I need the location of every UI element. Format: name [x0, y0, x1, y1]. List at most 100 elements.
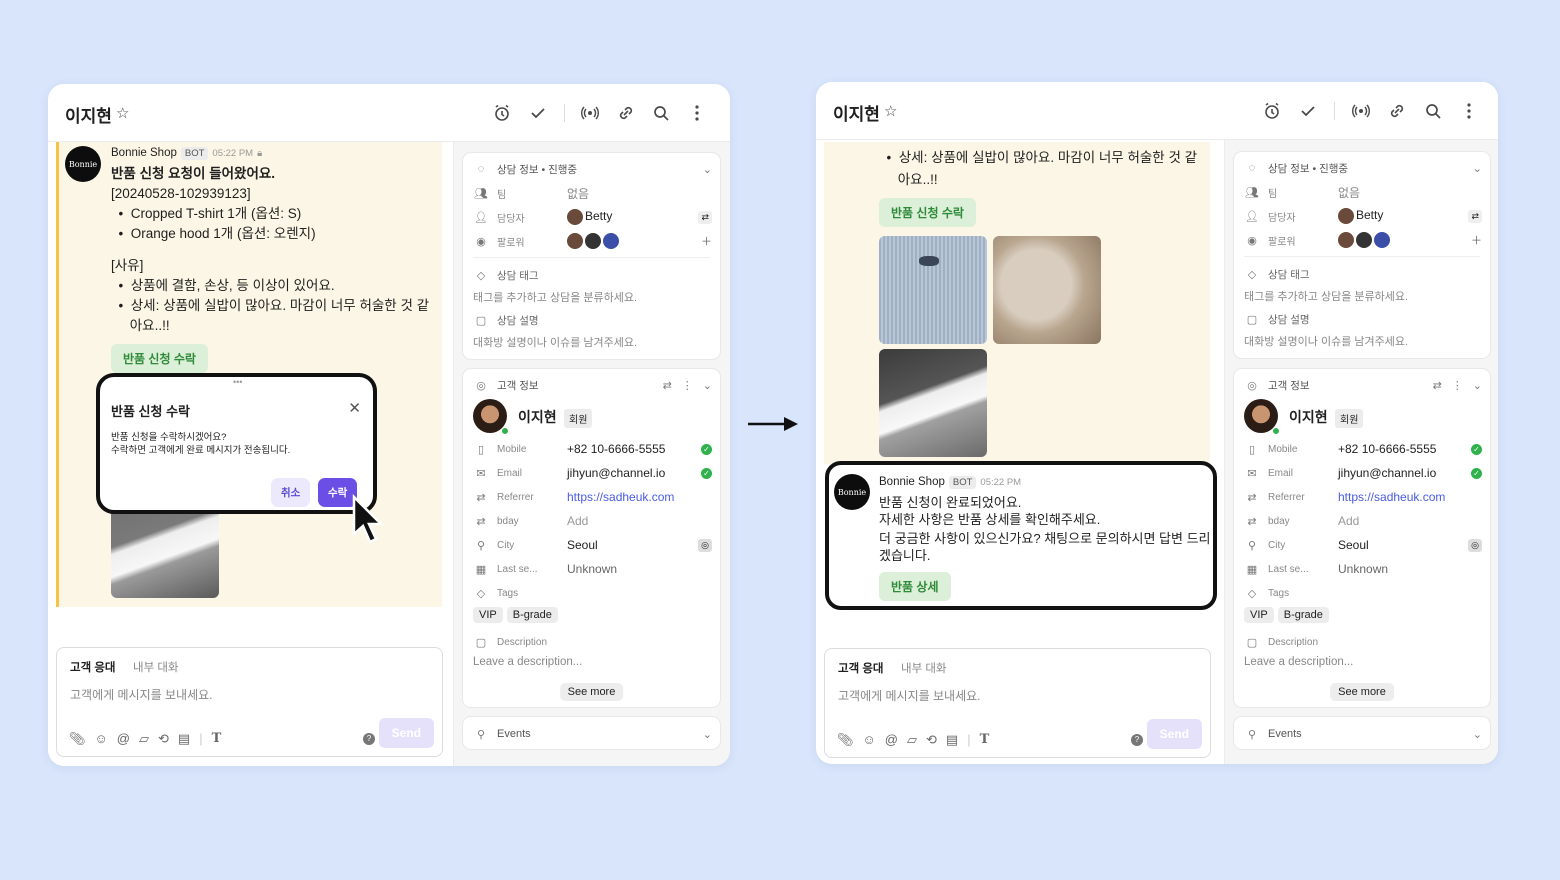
alarm-icon[interactable] — [491, 102, 513, 124]
help-icon[interactable]: ? — [1131, 734, 1143, 746]
pin-icon: ⚲ — [1247, 728, 1257, 741]
attach-icon[interactable]: 📎︎ — [69, 731, 86, 747]
chevron-down-icon[interactable]: ⌄ — [703, 163, 712, 176]
check-icon[interactable] — [1297, 100, 1319, 122]
link-icon[interactable] — [615, 102, 637, 124]
tab-customer-reply[interactable]: 고객 응대 — [70, 659, 116, 675]
add-icon[interactable]: ＋ — [1471, 232, 1482, 248]
check-icon[interactable] — [527, 102, 549, 124]
alarm-icon[interactable] — [1261, 100, 1283, 122]
link-icon[interactable] — [1386, 100, 1408, 122]
text-format-icon[interactable]: T — [980, 732, 990, 748]
customer-card-header[interactable]: ◎ 고객 정보 ⇄ ⋮ ⌄ — [1244, 375, 1482, 395]
events-card[interactable]: ⚲ Events ⌄ — [462, 716, 721, 750]
city-value[interactable]: Seoul — [567, 538, 698, 552]
text-format-icon[interactable]: T — [212, 731, 222, 747]
product-photo[interactable] — [879, 236, 987, 344]
swap-icon[interactable]: ⇄ — [663, 379, 672, 392]
mobile-value[interactable]: +82 10-6666-5555 — [1338, 442, 1471, 456]
message-input[interactable]: 고객에게 메시지를 보내세요. — [70, 686, 212, 703]
events-header[interactable]: ⚲ Events ⌄ — [473, 724, 712, 744]
chevron-down-icon[interactable]: ⌄ — [1473, 379, 1482, 392]
tab-customer-reply[interactable]: 고객 응대 — [838, 660, 884, 676]
assignee-value[interactable]: Betty — [1338, 208, 1468, 224]
app-icon[interactable]: ⟲ — [158, 731, 169, 747]
team-value[interactable]: 없음 — [1338, 184, 1482, 201]
customer-card-header[interactable]: ◎ 고객 정보 ⇄ ⋮ ⌄ — [473, 375, 712, 395]
email-value[interactable]: jihyun@channel.io — [1338, 466, 1471, 480]
info-card-header[interactable]: ◌ 상담 정보 • 진행중 ⌄ — [473, 159, 712, 179]
chat-tags-input[interactable]: 태그를 추가하고 상담을 분류하세요. — [1244, 288, 1408, 304]
events-card[interactable]: ⚲ Events ⌄ — [1233, 716, 1491, 750]
followers-avatars[interactable] — [1338, 232, 1471, 248]
tag-b-grade[interactable]: B-grade — [1277, 607, 1329, 623]
map-icon[interactable]: ◎ — [1468, 538, 1482, 552]
mobile-value[interactable]: +82 10-6666-5555 — [567, 442, 701, 456]
template-icon[interactable]: ▱ — [907, 732, 917, 748]
events-header[interactable]: ⚲ Events ⌄ — [1244, 724, 1482, 744]
star-icon[interactable]: ☆ — [116, 104, 129, 122]
chat-desc-input[interactable]: 대화방 설명이나 이슈를 남겨주세요. — [473, 334, 637, 350]
tab-internal-chat[interactable]: 내부 대화 — [133, 659, 179, 675]
broadcast-icon[interactable] — [1350, 100, 1372, 122]
emoji-icon[interactable]: ☺ — [863, 732, 876, 748]
search-icon[interactable] — [1422, 100, 1444, 122]
drag-handle-icon[interactable]: ••• — [233, 377, 242, 387]
see-more-button[interactable]: See more — [559, 683, 624, 701]
accept-return-button[interactable]: 반품 신청 수락 — [879, 198, 976, 227]
return-details-button[interactable]: 반품 상세 — [879, 572, 951, 601]
emoji-icon[interactable]: ☺ — [95, 731, 108, 747]
chevron-down-icon[interactable]: ⌄ — [1473, 728, 1482, 741]
cancel-button[interactable]: 취소 — [271, 478, 311, 507]
mention-icon[interactable]: @ — [117, 731, 130, 747]
tag-b-grade[interactable]: B-grade — [506, 607, 558, 623]
description-input[interactable]: Leave a description... — [1244, 656, 1353, 668]
team-value[interactable]: 없음 — [567, 185, 712, 202]
followers-avatars[interactable] — [567, 233, 701, 249]
chat-tags-input[interactable]: 태그를 추가하고 상담을 분류하세요. — [473, 289, 637, 305]
template-icon[interactable]: ▱ — [139, 731, 149, 747]
note-icon[interactable]: ▤ — [178, 731, 190, 747]
send-button[interactable]: Send — [378, 718, 434, 748]
chevron-down-icon[interactable]: ⌄ — [703, 728, 712, 741]
assign-icon[interactable]: ⇄ — [1468, 209, 1482, 223]
assign-icon[interactable]: ⇄ — [698, 210, 712, 224]
mention-icon[interactable]: @ — [885, 732, 898, 748]
chat-desc-input[interactable]: 대화방 설명이나 이슈를 남겨주세요. — [1244, 333, 1408, 349]
bday-value[interactable]: Add — [567, 514, 712, 528]
email-value[interactable]: jihyun@channel.io — [567, 466, 701, 480]
description-input[interactable]: Leave a description... — [473, 656, 582, 668]
accept-return-button[interactable]: 반품 신청 수락 — [111, 344, 208, 373]
note-icon[interactable]: ▤ — [946, 732, 958, 748]
tab-internal-chat[interactable]: 내부 대화 — [901, 660, 947, 676]
swap-icon[interactable]: ⇄ — [1433, 379, 1442, 392]
add-icon[interactable]: ＋ — [701, 233, 712, 249]
bday-value[interactable]: Add — [1338, 514, 1482, 528]
send-button[interactable]: Send — [1146, 719, 1202, 749]
product-photo[interactable] — [993, 236, 1101, 344]
tag-vip[interactable]: VIP — [473, 607, 503, 623]
star-icon[interactable]: ☆ — [884, 102, 897, 120]
info-card-header[interactable]: ◌ 상담 정보 • 진행중 ⌄ — [1244, 158, 1482, 178]
message-input[interactable]: 고객에게 메시지를 보내세요. — [838, 687, 980, 704]
help-icon[interactable]: ? — [363, 733, 375, 745]
more-vertical-icon[interactable] — [686, 102, 708, 124]
chevron-down-icon[interactable]: ⌄ — [703, 379, 712, 392]
map-icon[interactable]: ◎ — [698, 538, 712, 552]
referrer-link[interactable]: https://sadheuk.com — [567, 490, 712, 504]
more-vertical-icon[interactable] — [1458, 100, 1480, 122]
app-icon[interactable]: ⟲ — [926, 732, 937, 748]
more-vertical-icon[interactable]: ⋮ — [1452, 379, 1463, 392]
see-more-button[interactable]: See more — [1330, 683, 1394, 701]
close-icon[interactable]: ✕ — [348, 399, 361, 417]
assignee-value[interactable]: Betty — [567, 209, 698, 225]
referrer-link[interactable]: https://sadheuk.com — [1338, 490, 1482, 504]
search-icon[interactable] — [650, 102, 672, 124]
tag-vip[interactable]: VIP — [1244, 607, 1274, 623]
attach-icon[interactable]: 📎︎ — [837, 732, 854, 748]
city-value[interactable]: Seoul — [1338, 538, 1468, 552]
product-photo[interactable] — [879, 349, 987, 457]
broadcast-icon[interactable] — [579, 102, 601, 124]
chevron-down-icon[interactable]: ⌄ — [1473, 162, 1482, 175]
more-vertical-icon[interactable]: ⋮ — [682, 379, 693, 392]
